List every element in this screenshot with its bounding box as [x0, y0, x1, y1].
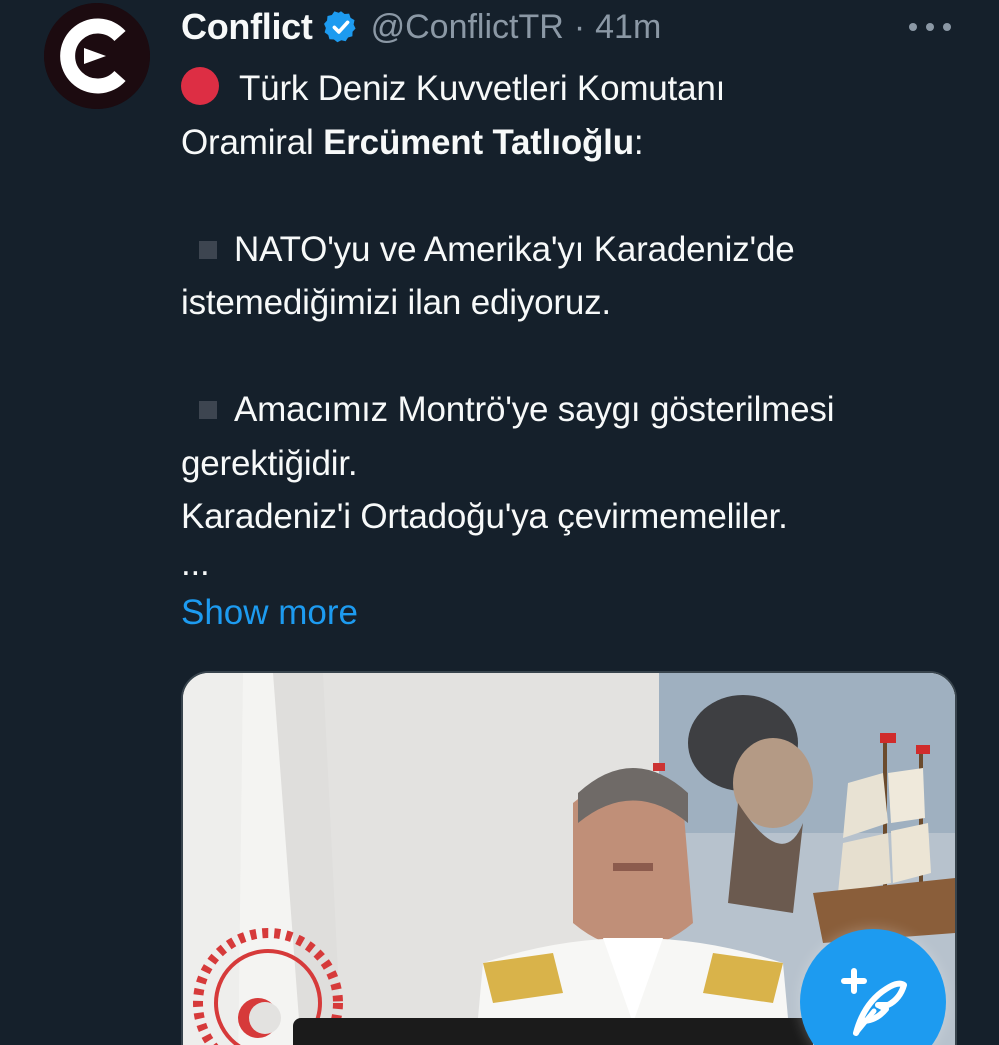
text-line: istemediğimizi ilan ediyoruz. — [181, 283, 611, 322]
tweet-header: Conflict @ConflictTR · 41m — [181, 4, 661, 50]
dot — [943, 23, 951, 31]
compose-feather-plus-icon — [841, 968, 907, 1036]
tweet-text: Türk Deniz Kuvvetleri Komutanı Oramiral … — [181, 62, 941, 584]
handle[interactable]: @ConflictTR — [371, 8, 564, 47]
avatar[interactable] — [44, 3, 150, 109]
text-segment: : — [633, 122, 644, 162]
text-segment: Türk Deniz Kuvvetleri Komutanı — [239, 69, 726, 108]
text-segment: NATO'yu ve Amerika'yı Karadeniz'de — [234, 229, 795, 269]
bold-name: Ercüment Tatlıoğlu — [323, 122, 634, 162]
text-line: Oramiral Ercüment Tatlıoğlu: — [181, 116, 941, 170]
text-line: Karadeniz'i Ortadoğu'ya çevirmemeliler. — [181, 497, 788, 536]
black-square-icon — [199, 401, 217, 419]
ellipsis: ... — [181, 543, 210, 583]
text-line: Türk Deniz Kuvvetleri Komutanı — [181, 62, 941, 116]
black-square-icon — [199, 240, 217, 259]
red-circle-icon — [181, 67, 219, 105]
show-more-link[interactable]: Show more — [181, 588, 358, 638]
dot — [926, 23, 934, 31]
more-options-icon[interactable] — [909, 12, 951, 42]
conflict-logo-icon — [44, 3, 150, 109]
separator: · — [573, 7, 586, 46]
tweet[interactable]: Conflict @ConflictTR · 41m Türk Deniz Ku… — [0, 0, 999, 1045]
text-line: Amacımız Montrö'ye saygı gösterilmesi — [181, 383, 941, 437]
dot — [909, 23, 917, 31]
text-line: gerektiğidir. — [181, 443, 358, 483]
text-line: NATO'yu ve Amerika'yı Karadeniz'de — [181, 223, 941, 277]
text-segment: Amacımız Montrö'ye saygı gösterilmesi — [234, 390, 835, 429]
verified-badge-icon — [323, 11, 356, 43]
display-name[interactable]: Conflict — [181, 6, 313, 48]
timestamp[interactable]: 41m — [595, 8, 661, 47]
text-segment: Oramiral — [181, 122, 324, 162]
